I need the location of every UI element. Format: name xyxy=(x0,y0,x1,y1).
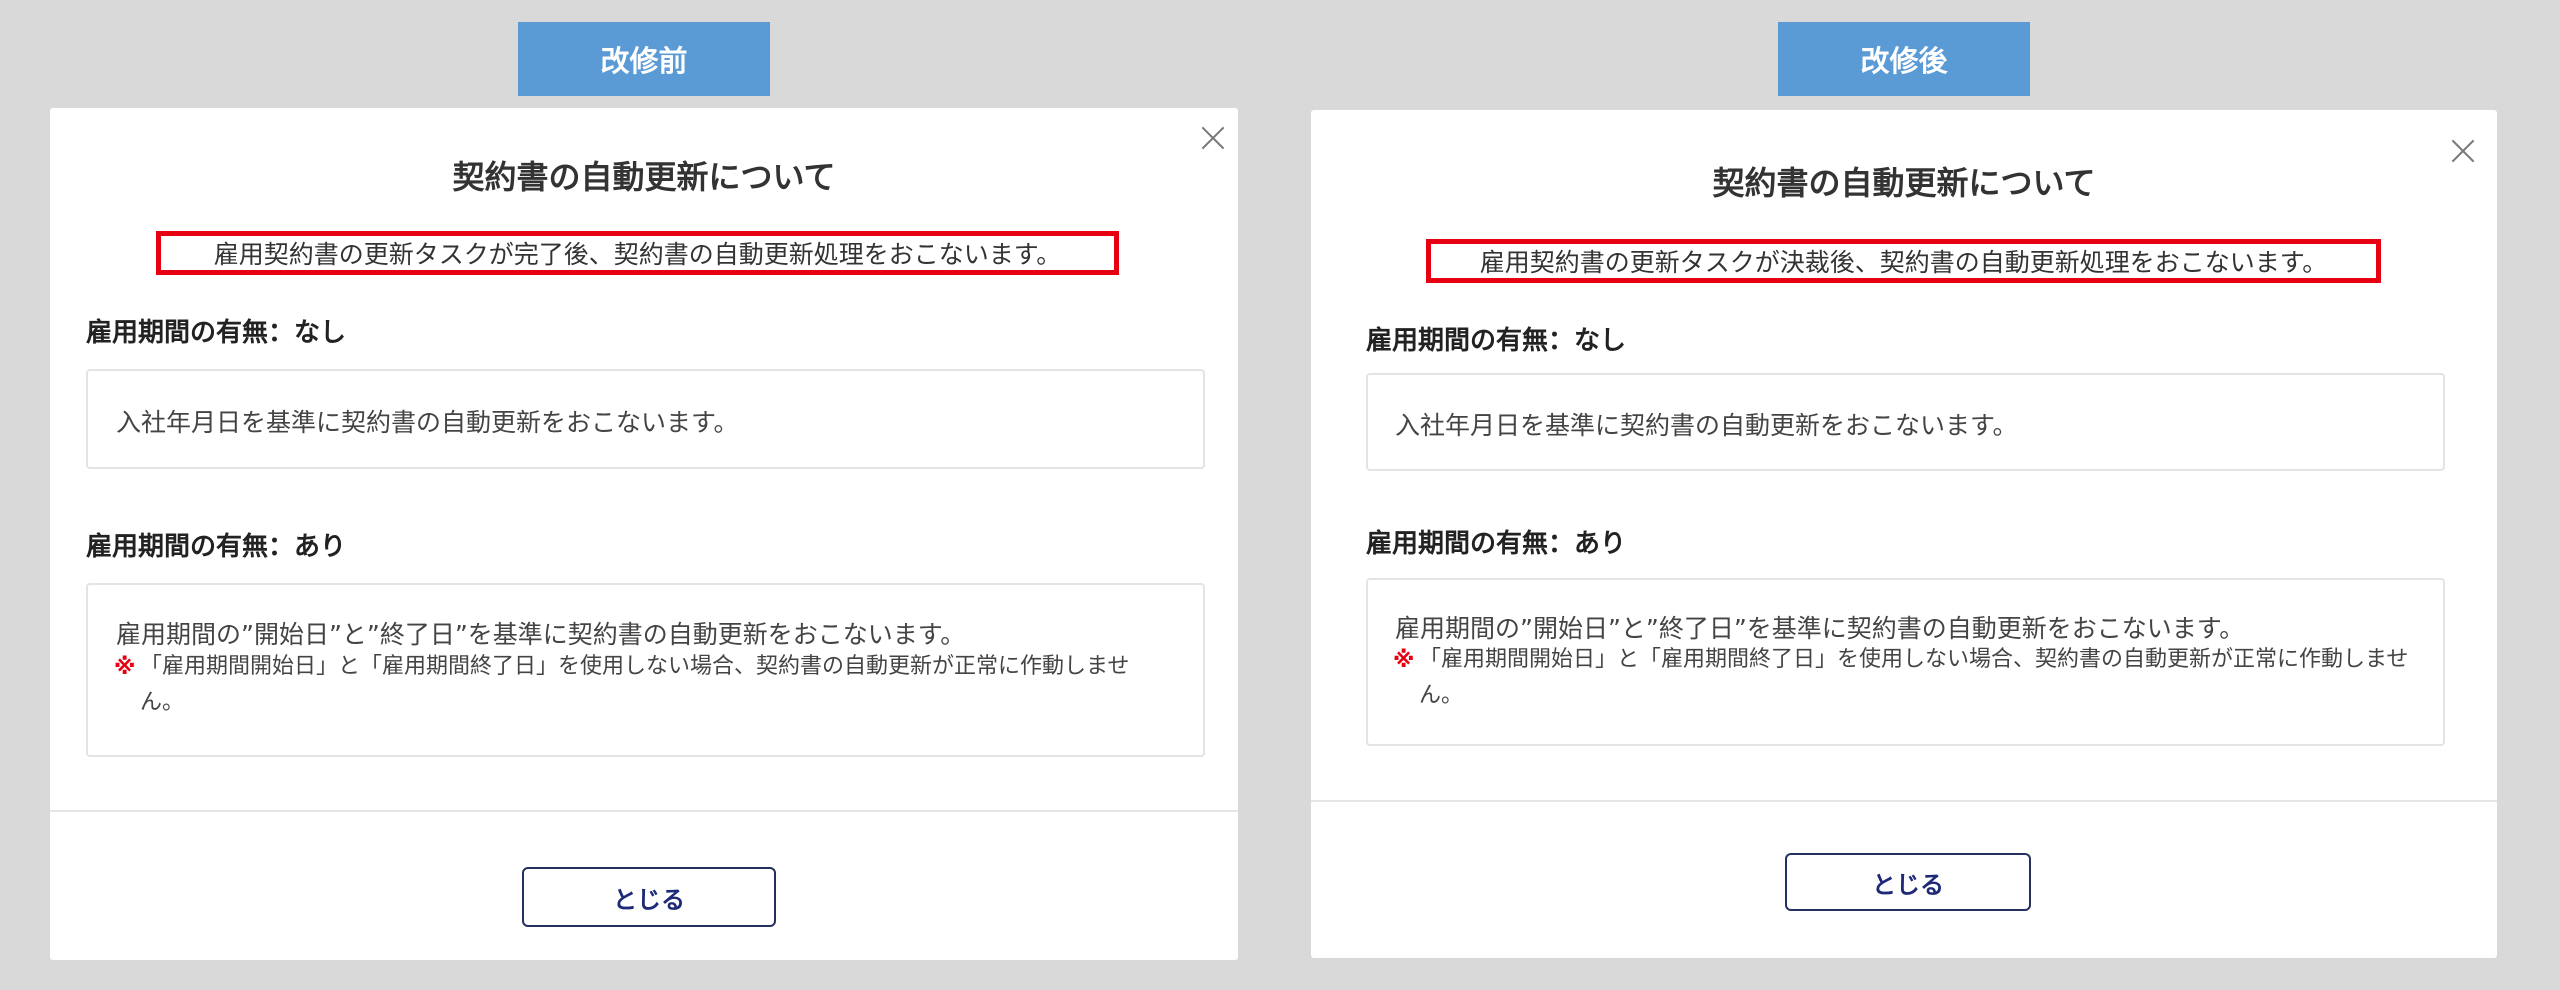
section-label-with-period: 雇用期間の有無：あり xyxy=(1366,529,1627,559)
section-label-no-period: 雇用期間の有無：なし xyxy=(86,318,347,348)
footer-divider xyxy=(50,810,1238,812)
section-label-no-period: 雇用期間の有無：なし xyxy=(1366,326,1627,356)
close-button[interactable]: とじる xyxy=(522,867,776,927)
info-text-with-period: 雇用期間の”開始日”と”終了日”を基準に契約書の自動更新をおこないます。 xyxy=(1395,614,2245,643)
info-box-with-period: 雇用期間の”開始日”と”終了日”を基準に契約書の自動更新をおこないます。 ※ 「… xyxy=(86,583,1205,757)
note-mark-icon: ※ xyxy=(114,655,136,680)
dialog-title: 契約書の自動更新について xyxy=(1712,164,2096,202)
warning-note: 「雇用期間開始日」と「雇用期間終了日」を使用しない場合、契約書の自動更新が正常に… xyxy=(140,654,1130,715)
info-text-no-period: 入社年月日を基準に契約書の自動更新をおこないます。 xyxy=(1395,411,2018,440)
note-mark-icon: ※ xyxy=(1393,648,1415,673)
warning-note: 「雇用期間開始日」と「雇用期間終了日」を使用しない場合、契約書の自動更新が正常に… xyxy=(1419,647,2409,708)
before-label: 改修前 xyxy=(518,22,770,96)
after-label: 改修後 xyxy=(1778,22,2030,96)
dialog-title: 契約書の自動更新について xyxy=(452,158,836,196)
close-icon[interactable] xyxy=(1200,125,1226,151)
highlighted-notice: 雇用契約書の更新タスクが完了後、契約書の自動更新処理をおこないます。 xyxy=(156,231,1119,275)
info-box-no-period: 入社年月日を基準に契約書の自動更新をおこないます。 xyxy=(1366,373,2445,471)
highlighted-notice: 雇用契約書の更新タスクが決裁後、契約書の自動更新処理をおこないます。 xyxy=(1426,239,2381,283)
info-box-with-period: 雇用期間の”開始日”と”終了日”を基準に契約書の自動更新をおこないます。 ※ 「… xyxy=(1366,578,2445,746)
info-text-no-period: 入社年月日を基準に契約書の自動更新をおこないます。 xyxy=(116,408,739,437)
close-button[interactable]: とじる xyxy=(1785,853,2031,911)
info-text-with-period: 雇用期間の”開始日”と”終了日”を基準に契約書の自動更新をおこないます。 xyxy=(116,620,966,649)
info-box-no-period: 入社年月日を基準に契約書の自動更新をおこないます。 xyxy=(86,369,1205,469)
dialog-before: 契約書の自動更新について 雇用契約書の更新タスクが完了後、契約書の自動更新処理を… xyxy=(50,108,1238,960)
section-label-with-period: 雇用期間の有無：あり xyxy=(86,532,347,562)
footer-divider xyxy=(1311,800,2497,802)
dialog-after: 契約書の自動更新について 雇用契約書の更新タスクが決裁後、契約書の自動更新処理を… xyxy=(1311,110,2497,958)
